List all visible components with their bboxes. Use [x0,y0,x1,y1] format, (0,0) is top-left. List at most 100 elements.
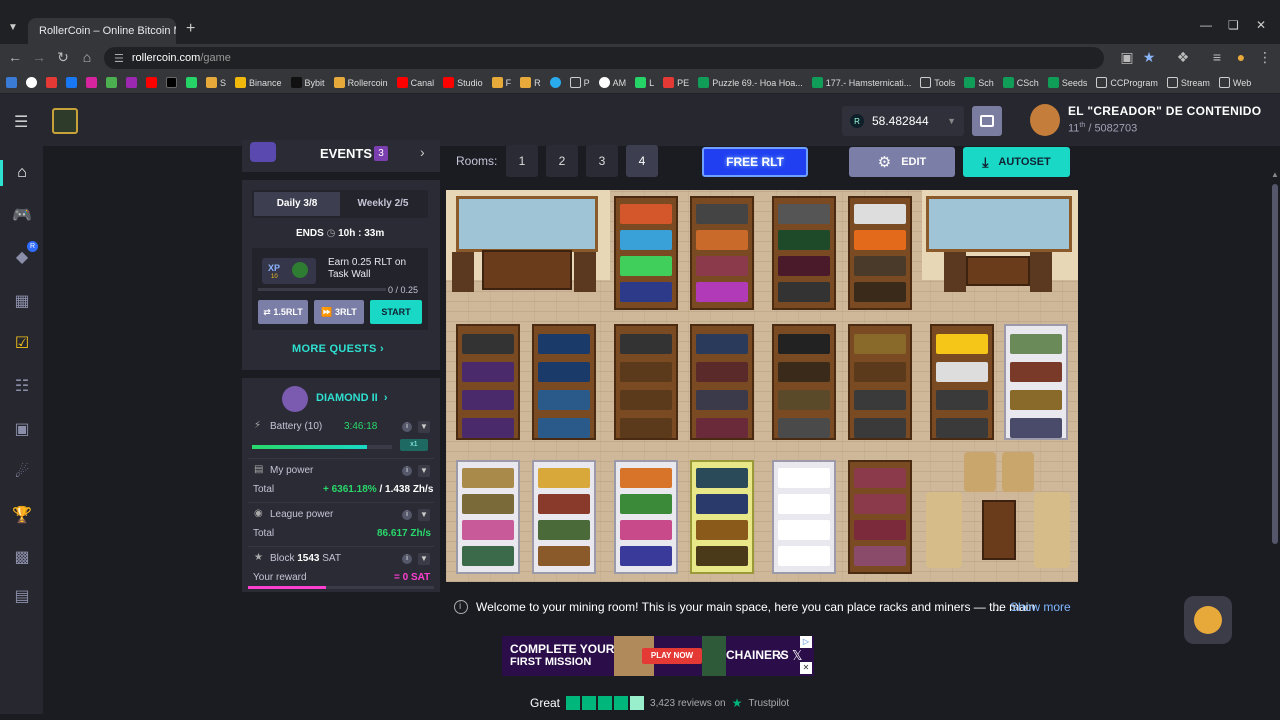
games-nav-icon[interactable]: 🎮 [11,204,33,226]
bookmark-studio[interactable]: Studio [443,77,483,88]
back-icon[interactable]: ← [6,49,24,65]
bookmark-p[interactable]: P [569,77,590,88]
bookmark-stream[interactable]: Stream [1166,77,1210,88]
close-window-icon[interactable]: ✕ [1256,18,1266,32]
username[interactable]: EL "CREADOR" DE CONTENIDO [1068,104,1261,118]
skip-3-rlt-button[interactable]: ⏩ 3RLT [314,300,364,324]
bookmark-sch[interactable]: Sch [964,77,994,88]
bookmark-star-icon[interactable]: ★ [1140,49,1158,66]
skip-1-5-rlt-button[interactable]: ⇄ 1.5RLT [258,300,308,324]
bookmark-icon[interactable] [46,77,57,88]
forward-icon[interactable]: → [30,49,48,65]
bookmark-icon[interactable] [6,77,17,88]
site-info-icon[interactable]: ☰ [114,52,124,65]
browser-tab[interactable]: RollerCoin – Online Bitcoin Mi ✕ [28,18,176,44]
bookmark-l[interactable]: L [635,77,654,88]
start-button[interactable]: START [370,300,422,324]
bookmark-icon[interactable] [126,77,137,88]
banner-play-button[interactable]: PLAY NOW [642,648,702,664]
miner-rack[interactable] [532,460,596,574]
bookmark-r[interactable]: R [520,77,541,88]
bookmark-bybit[interactable]: Bybit [290,77,325,88]
bookmark-csch[interactable]: CSch [1002,77,1039,88]
bookmark-icon[interactable] [106,77,117,88]
miner-rack[interactable] [690,324,754,440]
miner-rack[interactable] [930,324,994,440]
tab-list-chevron-icon[interactable]: ▼ [8,22,18,33]
bookmark-am[interactable]: AM [598,77,626,88]
install-app-icon[interactable]: ▣ [1118,49,1136,66]
miner-rack[interactable] [690,196,754,310]
url-field[interactable]: ☰ rollercoin.com/game [104,47,1104,69]
reload-icon[interactable]: ↻ [54,49,72,66]
chevron-right-icon[interactable]: › [420,144,425,160]
miner-rack[interactable] [1004,324,1068,440]
league-title[interactable]: DIAMOND II › [316,392,388,404]
bookmark-seeds[interactable]: Seeds [1047,77,1087,88]
free-rlt-button[interactable]: FREE RLT [702,147,808,177]
bookmark-tools[interactable]: Tools [920,77,955,88]
chat-hamster-button[interactable] [1184,596,1232,644]
more-quests-link[interactable]: MORE QUESTS › [292,343,384,355]
ad-banner[interactable]: COMPLETE YOUR FIRST MISSION PLAY NOW CHA… [502,636,814,676]
rollercoin-logo-icon[interactable] [52,108,78,134]
miner-rack[interactable] [614,460,678,574]
balance-selector[interactable]: R 58.482844 ▼ [842,106,964,136]
info-icon[interactable]: i [402,554,412,564]
news-nav-icon[interactable]: ▤ [11,585,33,607]
chevron-down-icon[interactable]: ▼ [418,509,430,521]
miner-rack[interactable] [614,324,678,440]
miner-rack[interactable] [532,324,596,440]
profile-icon[interactable]: ● [1232,49,1250,65]
trustpilot-widget[interactable]: Great 3,423 reviews on ★ Trustpilot [530,696,789,710]
bookmark-f[interactable]: F [491,77,511,88]
bookmark-icon[interactable] [166,77,177,88]
mining-room[interactable] [446,190,1078,582]
bookmark-icon[interactable] [66,77,77,88]
hamburger-menu-icon[interactable]: ☰ [14,112,28,132]
extensions-icon[interactable]: ❖ [1174,49,1192,66]
bookmark-icon[interactable] [186,77,197,88]
info-icon[interactable]: i [402,466,412,476]
new-tab-icon[interactable]: + [186,20,195,38]
room-2-button[interactable]: 2 [546,145,578,177]
room-1-button[interactable]: 1 [506,145,538,177]
ad-choices-icon[interactable]: ▷ [800,636,812,648]
show-more-link[interactable]: Show more [1010,600,1071,614]
edit-button[interactable]: ⚙ EDIT [849,147,955,177]
miner-rack[interactable] [456,324,520,440]
bookmark-puzzle[interactable]: Puzzle 69.- Hoa Hoa... [698,77,803,88]
bookmark-icon[interactable] [86,77,97,88]
trophy-nav-icon[interactable]: 🏆 [11,504,33,526]
home-nav-icon[interactable]: ⌂ [11,162,33,184]
shop-nav-icon[interactable]: ☄ [11,461,33,483]
miner-rack[interactable] [456,460,520,574]
factory-nav-icon[interactable]: ▩ [11,546,33,568]
bookmark-web[interactable]: Web [1218,77,1251,88]
miner-rack[interactable] [772,460,836,574]
miner-rack[interactable] [772,324,836,440]
bookmark-pe[interactable]: PE [663,77,689,88]
info-icon[interactable]: i [402,422,412,432]
miner-rack[interactable] [772,196,836,310]
events-nav-icon[interactable]: ▦ [11,290,33,312]
bookmark-hamsternicati[interactable]: 177.- Hamsternicati... [811,77,911,88]
info-icon[interactable]: i [402,510,412,520]
chevron-down-icon[interactable]: ▼ [418,553,430,565]
bookmark-rollercoin[interactable]: Rollercoin [333,77,388,88]
bookmark-ccprogram[interactable]: CCProgram [1096,77,1158,88]
storage-nav-icon[interactable]: ▣ [11,418,33,440]
telegram-icon[interactable] [549,77,561,88]
ad-close-icon[interactable]: ✕ [800,662,812,674]
avatar[interactable] [1030,104,1060,136]
bookmark-canal[interactable]: Canal [396,77,434,88]
wallet-icon[interactable] [972,106,1002,136]
miner-rack[interactable] [690,460,754,574]
tab-daily[interactable]: Daily 3/8 [254,192,340,216]
room-4-button[interactable]: 4 [626,145,658,177]
miner-rack[interactable] [848,460,912,574]
miner-rack[interactable] [848,196,912,310]
bookmark-item[interactable]: BinanceS [206,77,226,88]
maximize-icon[interactable]: ❏ [1228,18,1239,32]
bookmark-icon[interactable] [26,77,37,88]
